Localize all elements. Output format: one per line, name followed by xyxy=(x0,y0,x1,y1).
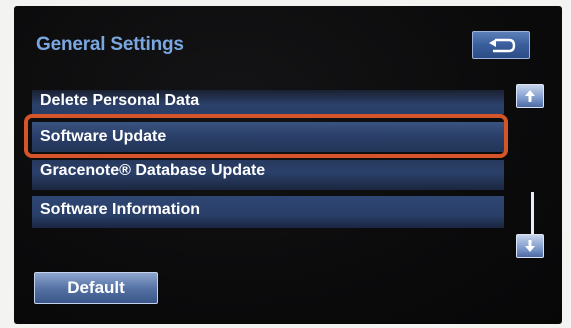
back-arrow-icon xyxy=(489,38,516,53)
menu-item-label: Gracenote® Database Update xyxy=(40,162,266,179)
arrow-up-icon xyxy=(525,90,535,102)
page-title: General Settings xyxy=(36,34,184,55)
default-button[interactable]: Default xyxy=(34,272,158,304)
arrow-down-icon xyxy=(525,240,535,252)
menu-item-gracenote-database-update[interactable]: Gracenote® Database Update xyxy=(32,160,504,190)
menu-item-label: Delete Personal Data xyxy=(40,92,200,109)
back-button[interactable] xyxy=(472,31,530,59)
highlight-outline xyxy=(24,114,508,158)
scroll-up-button[interactable] xyxy=(516,84,544,108)
screen: General Settings Delete Personal Data So… xyxy=(14,6,562,324)
menu-item-software-information[interactable]: Software Information xyxy=(32,196,504,228)
menu-item-delete-personal-data[interactable]: Delete Personal Data xyxy=(32,90,504,114)
menu-item-label: Software Information xyxy=(40,201,201,218)
scrollbar-indicator[interactable] xyxy=(531,192,534,236)
scroll-down-button[interactable] xyxy=(516,234,544,258)
